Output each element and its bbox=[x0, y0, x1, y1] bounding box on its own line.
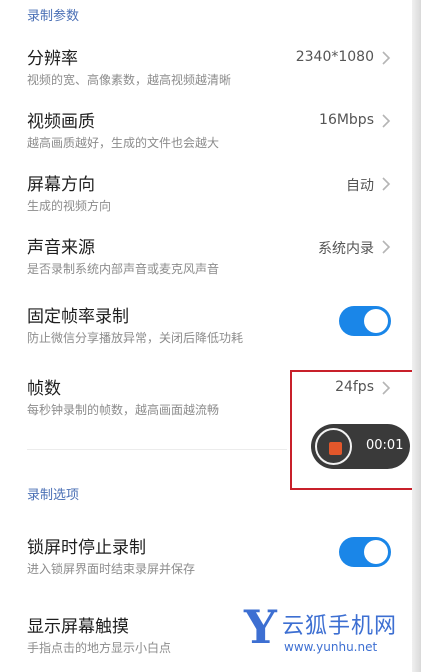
setting-subtitle: 进入锁屏界面时结束录屏并保存 bbox=[27, 562, 196, 576]
section-header-recording-params: 录制参数 bbox=[27, 9, 80, 24]
setting-subtitle: 是否录制系统内部声音或麦克风声音 bbox=[27, 262, 220, 276]
setting-value: 2340*1080 bbox=[295, 49, 374, 65]
setting-value: 自动 bbox=[346, 178, 374, 194]
setting-title: 视频画质 bbox=[27, 112, 95, 132]
setting-value: 16Mbps bbox=[319, 112, 374, 128]
fixed-frame-rate-toggle[interactable] bbox=[339, 306, 391, 336]
setting-sound-source[interactable]: 声音来源 是否录制系统内部声音或麦克风声音 系统内录 bbox=[0, 233, 412, 293]
setting-screen-orientation[interactable]: 屏幕方向 生成的视频方向 自动 bbox=[0, 170, 412, 230]
scroll-edge bbox=[412, 0, 421, 672]
watermark-url: www.yunhu.net bbox=[284, 640, 378, 654]
setting-subtitle: 越高画质越好，生成的文件也会越大 bbox=[27, 136, 220, 150]
setting-subtitle: 防止微信分享播放异常，关闭后降低功耗 bbox=[27, 331, 244, 345]
setting-value: 系统内录 bbox=[318, 241, 374, 257]
setting-subtitle: 视频的宽、高像素数，越高视频越清晰 bbox=[27, 73, 232, 87]
toggle-knob bbox=[364, 309, 388, 333]
setting-title: 显示屏幕触摸 bbox=[27, 617, 129, 637]
setting-subtitle: 手指点击的地方显示小白点 bbox=[27, 641, 172, 655]
highlight-annotation bbox=[290, 370, 414, 490]
watermark-name: 云狐手机网 bbox=[282, 614, 398, 639]
setting-title: 屏幕方向 bbox=[27, 175, 95, 195]
setting-title: 声音来源 bbox=[27, 238, 95, 258]
setting-title: 帧数 bbox=[27, 379, 61, 399]
setting-resolution[interactable]: 分辨率 视频的宽、高像素数，越高视频越清晰 2340*1080 bbox=[0, 44, 412, 104]
screen-recorder-settings: 录制参数 分辨率 视频的宽、高像素数，越高视频越清晰 2340*1080 视频画… bbox=[0, 0, 421, 672]
chevron-right-icon bbox=[379, 176, 393, 192]
chevron-right-icon bbox=[379, 239, 393, 255]
watermark-letter: Y bbox=[244, 600, 277, 654]
setting-video-quality[interactable]: 视频画质 越高画质越好，生成的文件也会越大 16Mbps bbox=[0, 107, 412, 167]
setting-title: 固定帧率录制 bbox=[27, 307, 129, 327]
chevron-right-icon bbox=[379, 50, 393, 66]
chevron-right-icon bbox=[379, 113, 393, 129]
section-header-recording-options: 录制选项 bbox=[27, 488, 80, 503]
toggle-knob bbox=[364, 540, 388, 564]
divider bbox=[27, 449, 287, 450]
setting-fixed-frame-rate: 固定帧率录制 防止微信分享播放异常，关闭后降低功耗 bbox=[0, 302, 412, 362]
stop-on-lock-toggle[interactable] bbox=[339, 537, 391, 567]
setting-title: 分辨率 bbox=[27, 49, 78, 69]
setting-title: 锁屏时停止录制 bbox=[27, 538, 146, 558]
setting-stop-on-lock: 锁屏时停止录制 进入锁屏界面时结束录屏并保存 bbox=[0, 533, 412, 593]
setting-subtitle: 每秒钟录制的帧数，越高画面越流畅 bbox=[27, 403, 220, 417]
watermark-logo: Y 云狐手机网 www.yunhu.net bbox=[244, 600, 419, 668]
setting-subtitle: 生成的视频方向 bbox=[27, 199, 112, 213]
